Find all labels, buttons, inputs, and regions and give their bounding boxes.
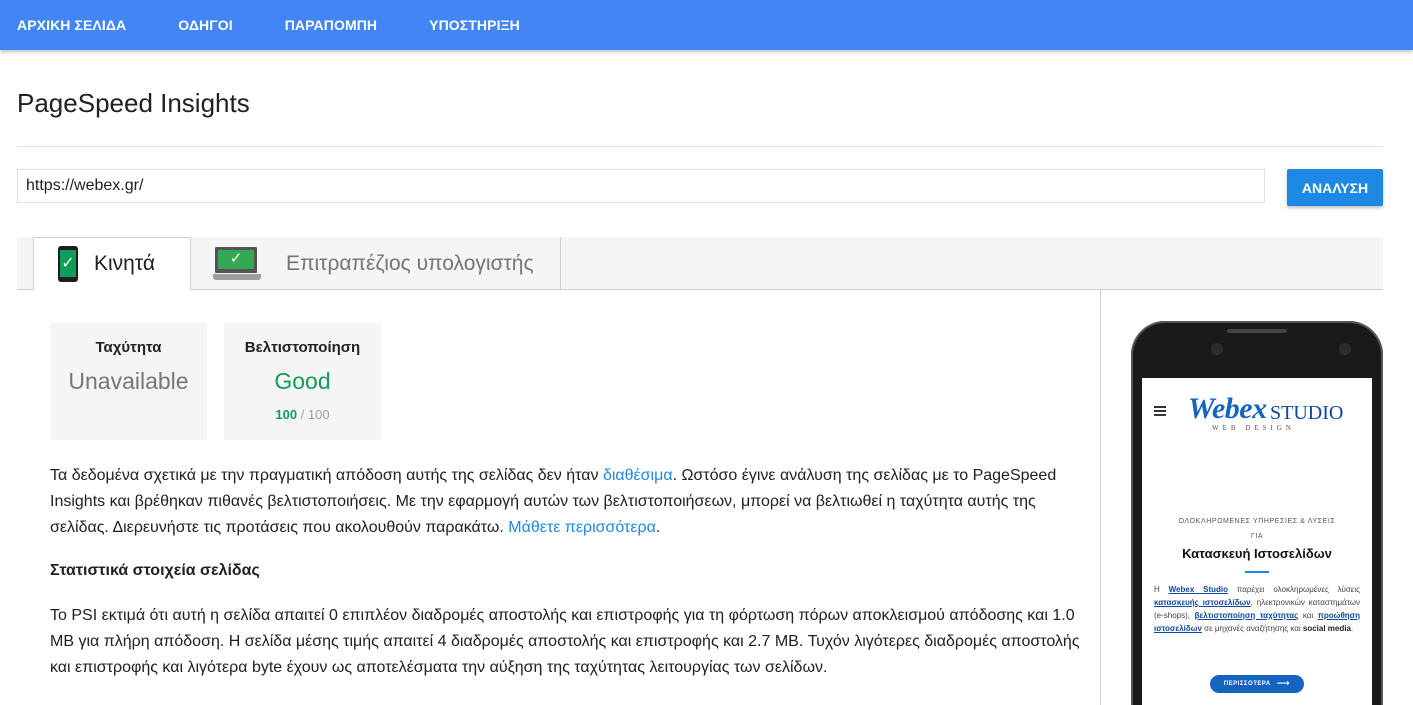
desktop-monitor-check-icon: ✓ xyxy=(213,246,261,281)
preview-headline: Κατασκευή Ιστοσελίδων xyxy=(1182,546,1332,561)
preview-for-caption: ΓΙΑ xyxy=(1250,533,1264,540)
nav-guides[interactable]: ΟΔΗΓΟΙ xyxy=(178,17,232,33)
mobile-phone-check-icon: ✓ xyxy=(58,246,78,282)
speed-score-value: Unavailable xyxy=(68,368,189,394)
url-input[interactable] xyxy=(17,169,1265,203)
summary-text: Τα δεδομένα σχετικά με την πραγματική απ… xyxy=(50,467,1057,536)
nav-home[interactable]: ΑΡΧΙΚΗ ΣΕΛΙΔΑ xyxy=(17,17,126,33)
speed-score-label: Ταχύτητα xyxy=(95,339,162,356)
preview-logo-subtitle: WEB DESIGN xyxy=(1212,424,1295,432)
preview-headline-underline xyxy=(1245,571,1269,573)
page-stats-heading: Στατιστικά στοιχεία σελίδας xyxy=(50,562,260,579)
page-title: PageSpeed Insights xyxy=(17,88,250,118)
top-nav: ΑΡΧΙΚΗ ΣΕΛΙΔΑ ΟΔΗΓΟΙ ΠΑΡΑΠΟΜΠΗ ΥΠΟΣΤΗΡΙΞ… xyxy=(0,0,1413,50)
nav-support[interactable]: ΥΠΟΣΤΗΡΙΞΗ xyxy=(429,17,520,33)
optimization-score-number: 100 / 100 xyxy=(224,407,381,422)
preview-logo-studio: STUDIO xyxy=(1270,402,1344,424)
learn-more-link[interactable]: Μάθετε περισσότερα xyxy=(508,519,656,536)
arrow-right-icon: ⟶ xyxy=(1276,679,1291,689)
mobile-preview-phone: Webex STUDIO WEB DESIGN ΟΛΟΚΛΗΡΩΜΕΝΕΣ ΥΠ… xyxy=(1131,321,1383,705)
optimization-score-value: Good xyxy=(274,368,331,394)
preview-more-button: ΠΕΡΙΣΣΟΤΕΡΑ ⟶ xyxy=(1210,675,1304,693)
mobile-preview-screen: Webex STUDIO WEB DESIGN ΟΛΟΚΛΗΡΩΜΕΝΕΣ ΥΠ… xyxy=(1142,378,1372,705)
preview-body-text: Η Webex Studio παρέχει ολοκληρωμένες λύσ… xyxy=(1154,585,1361,633)
hamburger-menu-icon xyxy=(1154,406,1166,418)
optimization-score-label: Βελτιστοποίηση xyxy=(244,339,361,356)
optimization-score-card: Βελτιστοποίηση Good 100 / 100 xyxy=(224,323,381,440)
title-divider xyxy=(17,146,1383,147)
analyze-button[interactable]: ΑΝΑΛΥΣΗ xyxy=(1287,169,1383,206)
tab-desktop-label: Επιτραπέζιος υπολογιστής xyxy=(286,251,534,275)
optimization-score-points: 100 xyxy=(275,407,298,422)
preview-services-caption: ΟΛΟΚΛΗΡΩΜΕΝΕΣ ΥΠΗΡΕΣΙΕΣ & ΛΥΣΕΙΣ xyxy=(1178,518,1336,525)
preview-logo-script: Webex xyxy=(1188,392,1267,425)
device-tabs: ✓ Κινητά ✓ Επιτραπέζιος υπολογιστής xyxy=(17,237,1383,291)
tab-mobile[interactable]: ✓ Κινητά xyxy=(33,237,191,291)
page-stats-text: Το PSI εκτιμά ότι αυτή η σελίδα απαιτεί … xyxy=(50,607,1080,676)
tab-desktop[interactable]: ✓ Επιτραπέζιος υπολογιστής xyxy=(191,237,561,290)
tab-mobile-label: Κινητά xyxy=(94,252,155,275)
speed-score-card: Ταχύτητα Unavailable xyxy=(50,323,207,440)
available-link[interactable]: διαθέσιμα xyxy=(603,467,673,484)
optimization-score-max: / 100 xyxy=(300,407,330,422)
content-divider xyxy=(1100,290,1101,705)
nav-referral[interactable]: ΠΑΡΑΠΟΜΠΗ xyxy=(285,17,377,33)
